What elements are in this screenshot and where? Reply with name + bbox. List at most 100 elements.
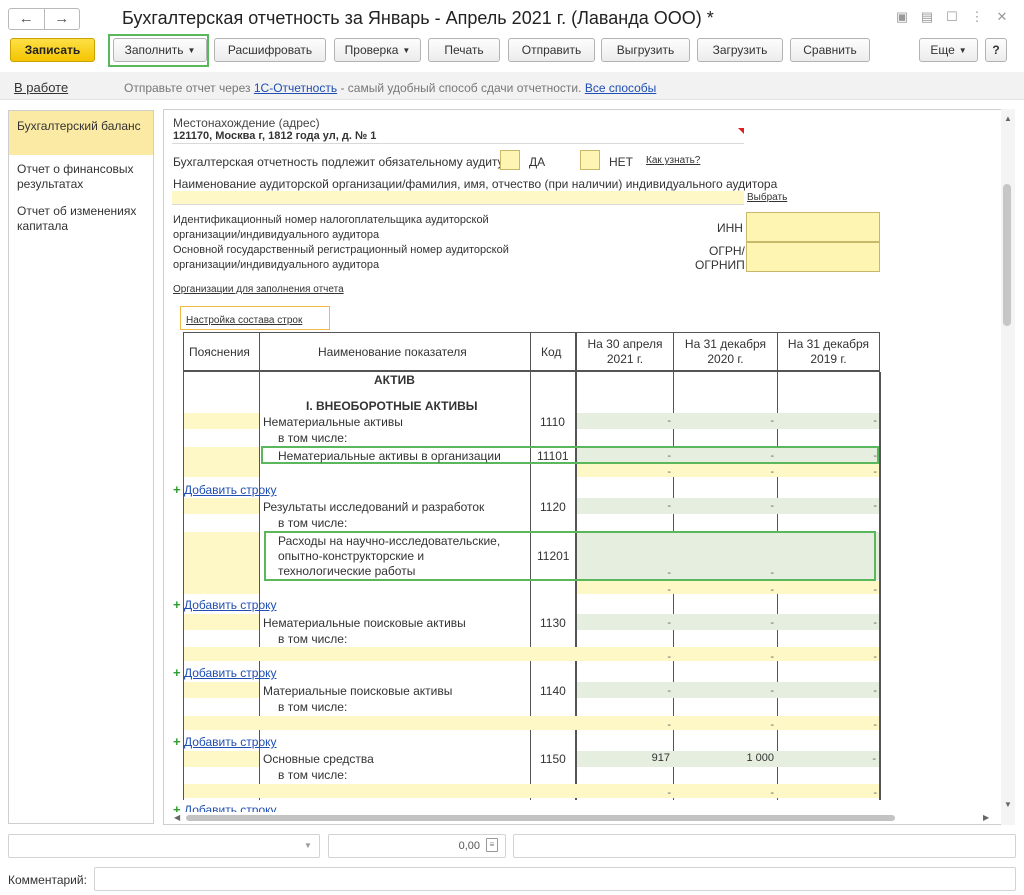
- dash-value[interactable]: -: [778, 719, 877, 731]
- dash-value[interactable]: -: [674, 450, 774, 462]
- dash-value[interactable]: -: [777, 753, 876, 765]
- how-to-know-link[interactable]: Как узнать?: [646, 155, 700, 166]
- choose-link[interactable]: Выбрать: [747, 192, 787, 203]
- save-button[interactable]: Записать: [10, 38, 95, 62]
- dash-value[interactable]: -: [674, 500, 774, 512]
- dash-value[interactable]: -: [577, 685, 671, 697]
- scroll-right-icon[interactable]: ▶: [983, 813, 989, 822]
- scroll-left-icon[interactable]: ◀: [174, 813, 180, 822]
- address-value[interactable]: 121170, Москва г, 1812 года ул, д. № 1: [173, 130, 376, 142]
- save-icon[interactable]: ▣: [894, 9, 910, 25]
- inn-field[interactable]: [746, 212, 880, 242]
- dash-value[interactable]: -: [674, 415, 774, 427]
- close-icon[interactable]: ✕: [994, 9, 1010, 25]
- row-name-11201-line3: технологические работы: [278, 564, 416, 578]
- status-link[interactable]: В работе: [14, 80, 68, 95]
- calculator-icon[interactable]: ≡: [486, 838, 498, 852]
- dash-value[interactable]: -: [674, 787, 774, 799]
- dash-value[interactable]: -: [674, 685, 774, 697]
- comment-input[interactable]: [94, 867, 1016, 891]
- all-methods-link[interactable]: Все способы: [585, 81, 657, 95]
- scroll-down-icon[interactable]: ▼: [1004, 800, 1012, 809]
- dash-value[interactable]: -: [577, 787, 671, 799]
- dash-value[interactable]: -: [778, 450, 877, 462]
- dash-value[interactable]: -: [577, 500, 671, 512]
- more-icon[interactable]: ⋮: [969, 9, 985, 25]
- import-button[interactable]: Загрузить: [697, 38, 783, 62]
- dash-value[interactable]: -: [778, 466, 877, 478]
- help-button[interactable]: ?: [985, 38, 1007, 62]
- audit-no-checkbox[interactable]: [580, 150, 600, 170]
- dash-value[interactable]: -: [778, 584, 877, 596]
- dash-value[interactable]: -: [577, 584, 671, 596]
- dash-value[interactable]: -: [778, 651, 877, 663]
- nav-buttons: ← →: [8, 8, 80, 30]
- dash-value[interactable]: -: [778, 787, 877, 799]
- sidebar-item-financial-results[interactable]: Отчет о финансовых результатах: [9, 155, 153, 198]
- notes-cell[interactable]: [184, 447, 259, 477]
- notes-cell[interactable]: [184, 498, 259, 514]
- dash-value[interactable]: -: [674, 719, 774, 731]
- add-row-button[interactable]: + Добавить строку: [173, 734, 277, 749]
- 1c-reporting-link[interactable]: 1С-Отчетность: [254, 81, 337, 95]
- print-button[interactable]: Печать: [428, 38, 500, 62]
- add-row-button[interactable]: + Добавить строку: [173, 802, 277, 812]
- more-button[interactable]: Еще ▼: [919, 38, 978, 62]
- dash-value[interactable]: -: [674, 617, 774, 629]
- notes-cell[interactable]: [184, 614, 259, 630]
- dash-value[interactable]: -: [778, 500, 877, 512]
- dash-value[interactable]: -: [778, 415, 877, 427]
- decode-button[interactable]: Расшифровать: [214, 38, 326, 62]
- dash-value[interactable]: -: [577, 651, 671, 663]
- dash-value[interactable]: -: [577, 466, 671, 478]
- empty-row[interactable]: [184, 716, 879, 730]
- notes-cell[interactable]: [184, 682, 259, 698]
- preview-icon[interactable]: ☐: [944, 9, 960, 25]
- vertical-scroll-thumb[interactable]: [1003, 184, 1011, 326]
- dash-value[interactable]: -: [577, 719, 671, 731]
- forward-arrow-icon[interactable]: →: [43, 9, 80, 29]
- dash-value[interactable]: -: [577, 567, 671, 579]
- compare-button[interactable]: Сравнить: [790, 38, 870, 62]
- fill-button[interactable]: Заполнить ▼: [113, 38, 207, 62]
- send-button[interactable]: Отправить: [508, 38, 595, 62]
- dash-value[interactable]: -: [577, 617, 671, 629]
- dash-value[interactable]: -: [778, 685, 877, 697]
- notes-cell[interactable]: [184, 532, 259, 594]
- value-1150-2020[interactable]: 1 000: [674, 752, 774, 764]
- dash-value[interactable]: -: [674, 466, 774, 478]
- footer-select[interactable]: [8, 834, 320, 858]
- empty-row[interactable]: [184, 647, 879, 661]
- export-button[interactable]: Выгрузить: [601, 38, 690, 62]
- sidebar-item-balance[interactable]: Бухгалтерский баланс: [9, 111, 153, 155]
- dash-value[interactable]: -: [778, 617, 877, 629]
- add-row-button[interactable]: + Добавить строку: [173, 597, 277, 612]
- horizontal-scroll-thumb[interactable]: [186, 815, 895, 821]
- amount-value: 0,00: [458, 840, 480, 852]
- ogrn-field[interactable]: [746, 242, 880, 272]
- rows-setup-link[interactable]: Настройка состава строк: [186, 315, 302, 326]
- add-row-button[interactable]: + Добавить строку: [173, 482, 277, 497]
- dash-value[interactable]: -: [674, 584, 774, 596]
- dash-value[interactable]: -: [674, 567, 774, 579]
- notes-cell[interactable]: [184, 413, 259, 429]
- auditor-name-field[interactable]: [172, 191, 744, 205]
- dash-value[interactable]: -: [577, 415, 671, 427]
- dash-value[interactable]: -: [674, 651, 774, 663]
- value-1150-2021[interactable]: 917: [577, 752, 670, 764]
- row-name-1120: Результаты исследований и разработок: [263, 500, 485, 514]
- notes-cell[interactable]: [184, 751, 259, 767]
- audit-yes-checkbox[interactable]: [500, 150, 520, 170]
- audit-yes-label: ДА: [529, 155, 546, 169]
- orgs-for-report-link[interactable]: Организации для заполнения отчета: [173, 284, 344, 295]
- add-row-label: Добавить строку: [183, 803, 277, 812]
- check-button[interactable]: Проверка ▼: [334, 38, 421, 62]
- print-icon[interactable]: ▤: [919, 9, 935, 25]
- sidebar-item-capital-changes[interactable]: Отчет об изменениях капитала: [9, 198, 153, 240]
- dash-value[interactable]: -: [577, 450, 671, 462]
- chevron-down-icon[interactable]: ▼: [304, 841, 312, 850]
- scroll-up-icon[interactable]: ▲: [1004, 114, 1012, 123]
- empty-row[interactable]: [184, 784, 879, 798]
- add-row-button[interactable]: + Добавить строку: [173, 665, 277, 680]
- back-arrow-icon[interactable]: ←: [9, 9, 44, 29]
